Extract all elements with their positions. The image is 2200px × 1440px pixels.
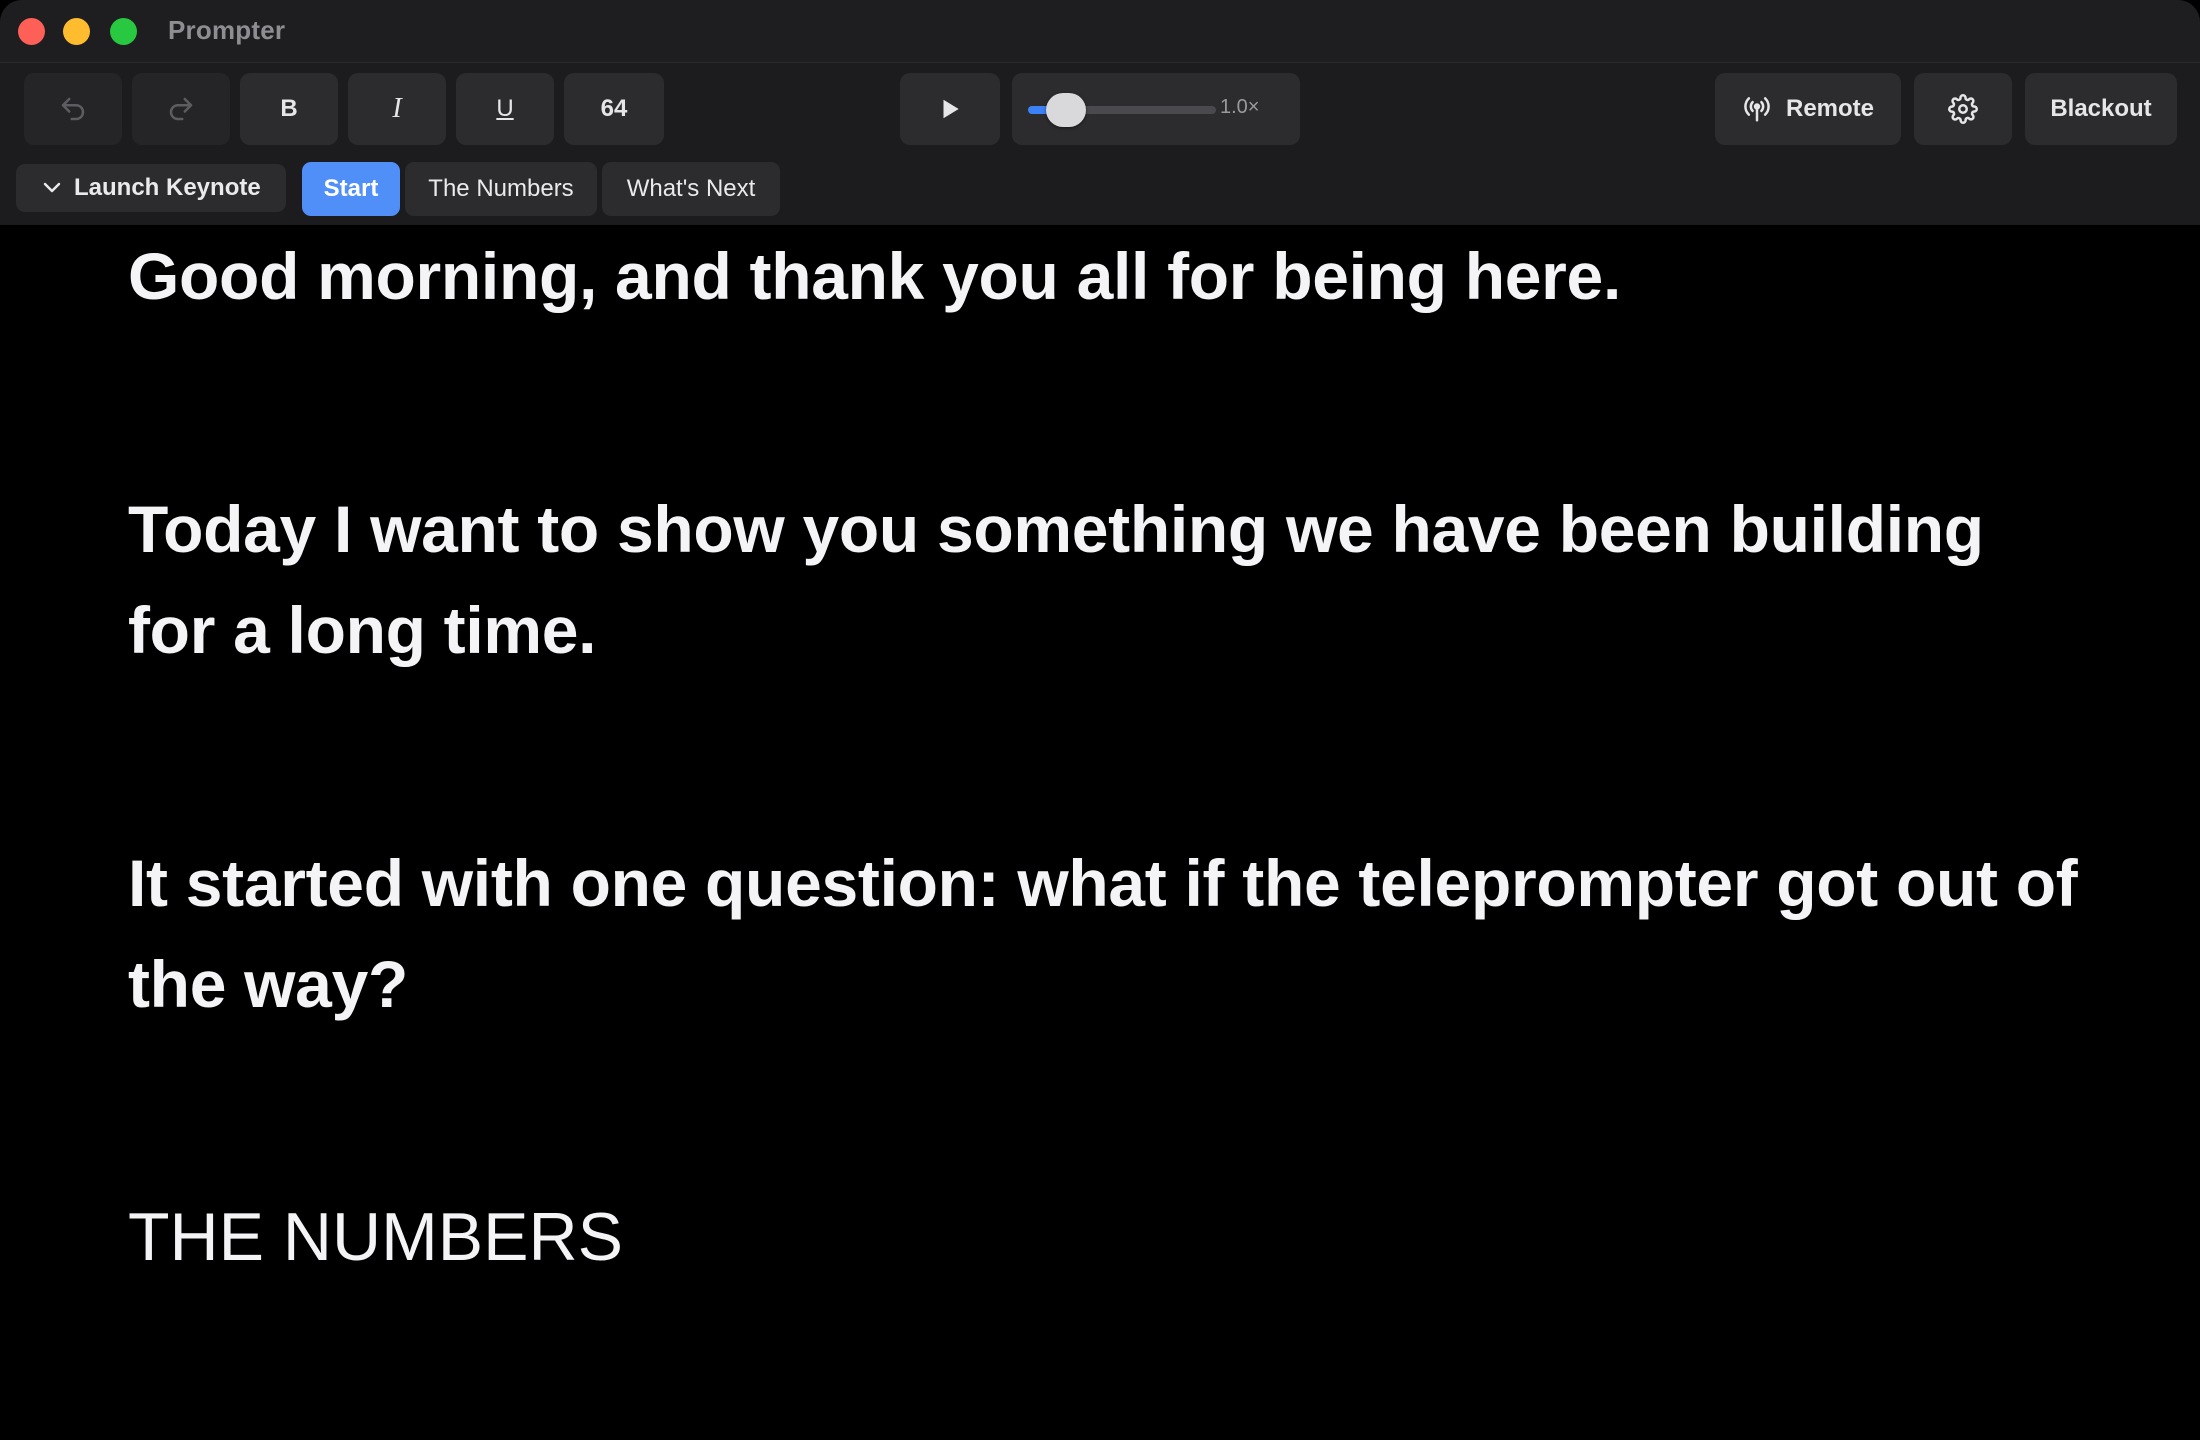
remote-button[interactable]: Remote — [1715, 73, 1901, 145]
bold-button[interactable]: B — [240, 73, 338, 145]
italic-button[interactable]: I — [348, 73, 446, 145]
script-paragraph: Good morning, and thank you all for bein… — [128, 239, 1621, 313]
window-title: Prompter — [168, 15, 286, 45]
underline-label: U — [496, 95, 514, 122]
redo-button[interactable] — [132, 73, 230, 145]
redo-icon — [169, 97, 193, 121]
play-button[interactable] — [900, 73, 1000, 145]
title-bar: Prompter — [0, 0, 2200, 63]
section-label: The Numbers — [428, 175, 574, 202]
font-size-button[interactable]: 64 — [564, 73, 664, 145]
undo-button[interactable] — [24, 73, 122, 145]
script-paragraph: It started with one question: what if th… — [128, 846, 2078, 1021]
section-the-numbers-button[interactable]: The Numbers — [405, 162, 597, 216]
broadcast-icon — [1744, 97, 1770, 122]
play-icon — [943, 99, 959, 119]
blackout-label: Blackout — [2050, 95, 2152, 122]
italic-label: I — [392, 93, 402, 124]
remote-label: Remote — [1785, 95, 1875, 122]
script-text-area[interactable]: Good morning, and thank you all for bein… — [128, 226, 2088, 1440]
maximize-window-button[interactable] — [110, 18, 137, 45]
undo-icon — [61, 97, 85, 121]
blackout-button[interactable]: Blackout — [2025, 73, 2177, 145]
minimize-window-button[interactable] — [63, 18, 90, 45]
section-heading: THE NUMBERS — [128, 1199, 623, 1275]
close-window-button[interactable] — [18, 18, 45, 45]
settings-button[interactable] — [1914, 73, 2012, 145]
speed-control: 1.0× — [1012, 73, 1300, 145]
script-paragraph: Today I want to show you something we ha… — [128, 492, 1984, 667]
gear-icon — [1948, 94, 1978, 124]
chevron-down-icon — [43, 182, 61, 193]
prompter-window: Prompter B I U 64 1.0× Remote Blackout L… — [0, 0, 2200, 1440]
speed-slider[interactable] — [1028, 93, 1216, 127]
speed-slider-thumb[interactable] — [1045, 93, 1086, 127]
section-label: What's Next — [626, 175, 756, 202]
script-dropdown[interactable]: Launch Keynote — [16, 164, 286, 212]
section-start-button[interactable]: Start — [302, 162, 400, 216]
toolbar: B I U 64 1.0× Remote Blackout Launch Key… — [0, 63, 2200, 225]
speed-value: 1.0× — [1220, 96, 1260, 118]
section-label: Start — [323, 175, 379, 202]
script-dropdown-label: Launch Keynote — [74, 174, 261, 201]
underline-button[interactable]: U — [456, 73, 554, 145]
bold-label: B — [280, 95, 298, 122]
section-whats-next-button[interactable]: What's Next — [602, 162, 780, 216]
font-size-value: 64 — [600, 95, 628, 122]
